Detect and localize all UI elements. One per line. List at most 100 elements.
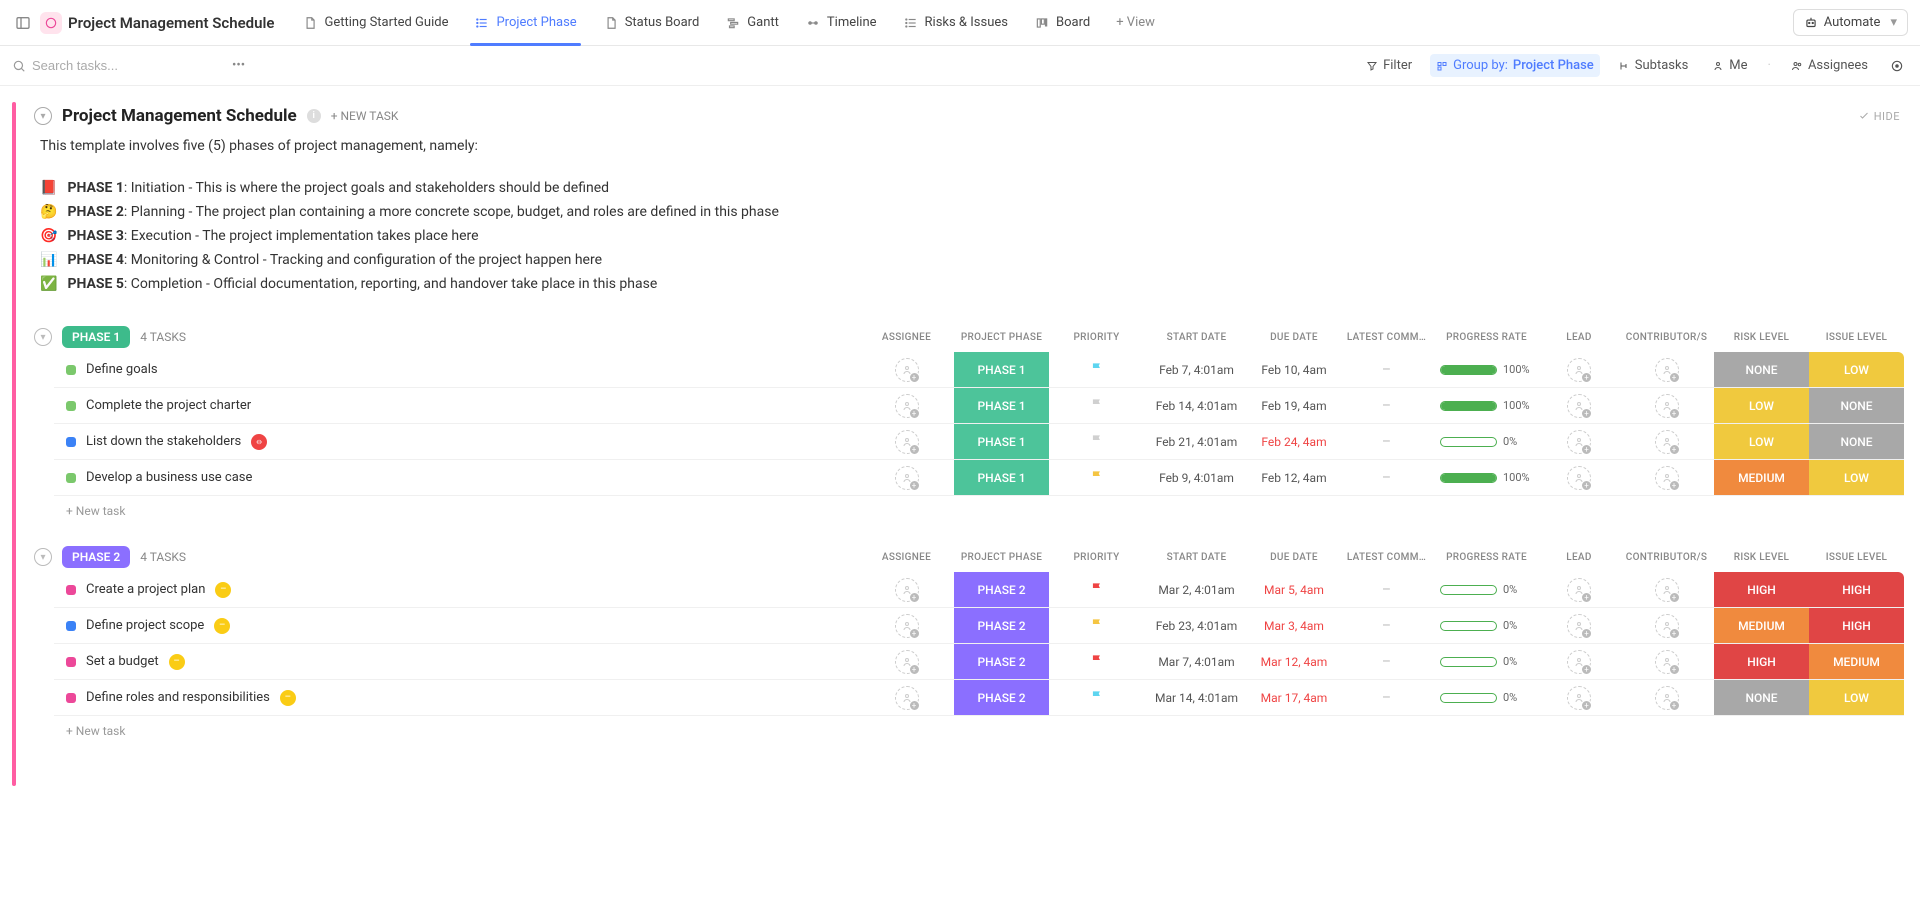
group-collapse-icon[interactable]: ▾ [34, 548, 52, 566]
due-date-cell[interactable]: Feb 24, 4am [1249, 424, 1339, 459]
start-date-cell[interactable]: Feb 14, 4:01am [1144, 388, 1249, 423]
lead-cell[interactable]: + [1539, 572, 1619, 607]
comment-cell[interactable]: – [1339, 460, 1434, 495]
expand-button[interactable] [1886, 55, 1908, 77]
lead-cell[interactable]: + [1539, 680, 1619, 715]
assignee-cell[interactable]: + [859, 460, 954, 495]
due-date-cell[interactable]: Feb 12, 4am [1249, 460, 1339, 495]
lead-cell[interactable]: + [1539, 644, 1619, 679]
due-date-cell[interactable]: Mar 5, 4am [1249, 572, 1339, 607]
col-header-start[interactable]: START DATE [1144, 552, 1249, 563]
risk-cell[interactable]: LOW [1714, 388, 1809, 423]
progress-cell[interactable]: 0% [1434, 572, 1539, 607]
start-date-cell[interactable]: Feb 21, 4:01am [1144, 424, 1249, 459]
issue-cell[interactable]: NONE [1809, 424, 1904, 459]
search-input[interactable] [32, 58, 172, 73]
col-header-risk[interactable]: RISK LEVEL [1714, 332, 1809, 343]
assignees-button[interactable]: Assignees [1785, 54, 1874, 77]
sidebar-toggle-icon[interactable] [12, 12, 34, 34]
space-icon[interactable] [40, 12, 62, 34]
status-dot[interactable] [66, 473, 76, 483]
priority-cell[interactable] [1049, 388, 1144, 423]
task-row[interactable]: Define roles and responsibilities–+PHASE… [54, 680, 1904, 716]
priority-cell[interactable] [1049, 352, 1144, 387]
assignee-cell[interactable]: + [859, 680, 954, 715]
task-row[interactable]: Define goals+PHASE 1Feb 7, 4:01amFeb 10,… [54, 352, 1904, 388]
task-row[interactable]: Complete the project charter+PHASE 1Feb … [54, 388, 1904, 424]
assignee-cell[interactable]: + [859, 424, 954, 459]
contributors-cell[interactable]: + [1619, 424, 1714, 459]
assignee-empty[interactable]: + [1655, 650, 1679, 674]
risk-cell[interactable]: NONE [1714, 680, 1809, 715]
flag-icon[interactable] [1090, 617, 1104, 635]
priority-cell[interactable] [1049, 424, 1144, 459]
flag-icon[interactable] [1090, 397, 1104, 415]
assignee-empty[interactable]: + [895, 430, 919, 454]
comment-cell[interactable]: – [1339, 608, 1434, 643]
assignee-empty[interactable]: + [1567, 358, 1591, 382]
assignee-empty[interactable]: + [1655, 430, 1679, 454]
status-dot[interactable] [66, 693, 76, 703]
col-header-due[interactable]: DUE DATE [1249, 552, 1339, 563]
task-name-cell[interactable]: Define project scope– [54, 608, 859, 643]
collapse-icon[interactable]: ▾ [34, 107, 52, 125]
risk-cell[interactable]: LOW [1714, 424, 1809, 459]
task-name-cell[interactable]: Develop a business use case [54, 460, 859, 495]
status-dot[interactable] [66, 657, 76, 667]
assignee-empty[interactable]: + [1655, 686, 1679, 710]
comment-cell[interactable]: – [1339, 680, 1434, 715]
col-header-comment[interactable]: LATEST COMM… [1339, 332, 1434, 343]
assignee-empty[interactable]: + [895, 394, 919, 418]
progress-cell[interactable]: 100% [1434, 388, 1539, 423]
phase-cell[interactable]: PHASE 1 [954, 352, 1049, 387]
risk-cell[interactable]: HIGH [1714, 644, 1809, 679]
subtasks-button[interactable]: Subtasks [1612, 54, 1695, 77]
phase-cell[interactable]: PHASE 2 [954, 644, 1049, 679]
flag-icon[interactable] [1090, 689, 1104, 707]
lead-cell[interactable]: + [1539, 388, 1619, 423]
new-task-button[interactable]: + NEW TASK [331, 109, 399, 123]
phase-cell[interactable]: PHASE 2 [954, 572, 1049, 607]
due-date-cell[interactable]: Mar 3, 4am [1249, 608, 1339, 643]
start-date-cell[interactable]: Mar 7, 4:01am [1144, 644, 1249, 679]
progress-cell[interactable]: 0% [1434, 680, 1539, 715]
task-row[interactable]: Define project scope–+PHASE 2Feb 23, 4:0… [54, 608, 1904, 644]
progress-cell[interactable]: 0% [1434, 424, 1539, 459]
col-header-contrib[interactable]: CONTRIBUTOR/S [1619, 332, 1714, 343]
section-title[interactable]: Project Management Schedule [62, 106, 297, 126]
assignee-empty[interactable]: + [895, 686, 919, 710]
issue-cell[interactable]: NONE [1809, 388, 1904, 423]
status-dot[interactable] [66, 401, 76, 411]
lead-cell[interactable]: + [1539, 424, 1619, 459]
progress-cell[interactable]: 0% [1434, 608, 1539, 643]
tab-board[interactable]: Board [1022, 0, 1102, 46]
comment-cell[interactable]: – [1339, 352, 1434, 387]
start-date-cell[interactable]: Feb 23, 4:01am [1144, 608, 1249, 643]
info-icon[interactable]: i [307, 109, 321, 123]
issue-cell[interactable]: MEDIUM [1809, 644, 1904, 679]
task-name-cell[interactable]: Complete the project charter [54, 388, 859, 423]
issue-cell[interactable]: HIGH [1809, 572, 1904, 607]
flag-icon[interactable] [1090, 469, 1104, 487]
task-name-cell[interactable]: Set a budget– [54, 644, 859, 679]
assignee-empty[interactable]: + [1655, 466, 1679, 490]
automate-button[interactable]: Automate ▾ [1793, 9, 1908, 36]
new-task-row[interactable]: + New task [54, 716, 1904, 746]
group-by-button[interactable]: Group by: Project Phase [1430, 54, 1600, 77]
risk-cell[interactable]: MEDIUM [1714, 608, 1809, 643]
col-header-priority[interactable]: PRIORITY [1049, 552, 1144, 563]
col-header-issue[interactable]: ISSUE LEVEL [1809, 332, 1904, 343]
filter-button[interactable]: Filter [1360, 54, 1418, 77]
assignee-empty[interactable]: + [1567, 686, 1591, 710]
tab-status-board[interactable]: Status Board [591, 0, 712, 46]
due-date-cell[interactable]: Feb 10, 4am [1249, 352, 1339, 387]
col-header-issue[interactable]: ISSUE LEVEL [1809, 552, 1904, 563]
status-dot[interactable] [66, 365, 76, 375]
contributors-cell[interactable]: + [1619, 572, 1714, 607]
col-header-lead[interactable]: LEAD [1539, 552, 1619, 563]
task-name-cell[interactable]: Define roles and responsibilities– [54, 680, 859, 715]
start-date-cell[interactable]: Feb 9, 4:01am [1144, 460, 1249, 495]
assignee-empty[interactable]: + [1655, 358, 1679, 382]
contributors-cell[interactable]: + [1619, 352, 1714, 387]
tab-getting-started-guide[interactable]: Getting Started Guide [290, 0, 460, 46]
